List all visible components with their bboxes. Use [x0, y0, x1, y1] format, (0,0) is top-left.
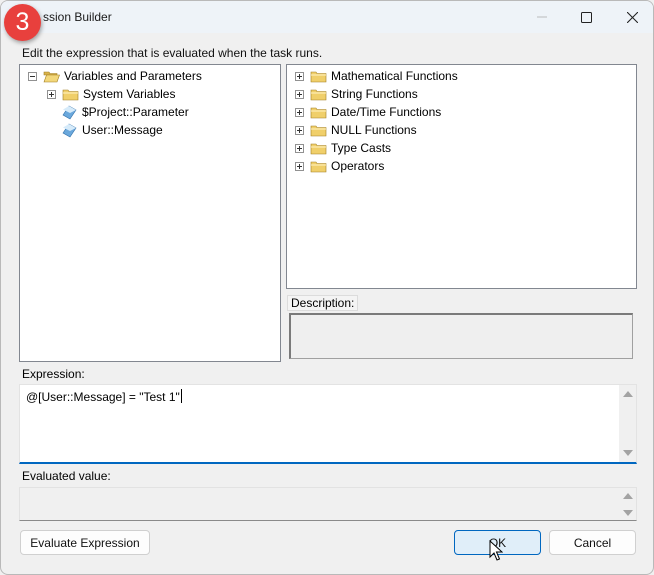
folder-icon [310, 125, 327, 136]
evaluate-expression-button[interactable]: Evaluate Expression [20, 530, 150, 555]
maximize-button[interactable] [563, 1, 609, 33]
expression-scrollbar[interactable] [619, 385, 636, 462]
expression-input[interactable]: @[User::Message] = "Test 1" [19, 384, 637, 464]
title-bar[interactable]: ssion Builder [1, 1, 653, 33]
evaluated-value-label: Evaluated value: [22, 469, 111, 483]
folder-icon [310, 143, 327, 154]
cancel-button[interactable]: Cancel [549, 530, 636, 555]
folder-icon [310, 107, 327, 118]
tree-label: String Functions [331, 87, 418, 101]
tree-label: $Project::Parameter [82, 105, 189, 119]
open-folder-icon [43, 71, 60, 82]
scroll-up-icon[interactable] [623, 391, 633, 397]
folder-icon [310, 161, 327, 172]
text-caret [180, 389, 182, 403]
tree-label: NULL Functions [331, 123, 417, 137]
collapse-icon[interactable] [28, 71, 37, 81]
instruction-text: Edit the expression that is evaluated wh… [22, 46, 323, 60]
scroll-down-icon[interactable] [623, 510, 633, 516]
variables-tree[interactable]: Variables and Parameters System Variable… [19, 64, 281, 362]
tree-label: User::Message [82, 123, 163, 137]
step-number-badge: 3 [4, 4, 41, 41]
folder-icon [62, 89, 79, 100]
expand-icon[interactable] [295, 125, 304, 135]
close-icon [626, 11, 638, 23]
tree-item-mathematical-functions[interactable]: Mathematical Functions [295, 67, 458, 85]
minimize-button[interactable] [519, 1, 565, 33]
tree-label: System Variables [83, 87, 176, 101]
scroll-down-icon[interactable] [623, 450, 633, 456]
folder-icon [310, 71, 327, 82]
tree-label: Variables and Parameters [64, 69, 202, 83]
tree-item-project-parameter[interactable]: $Project::Parameter [62, 103, 189, 121]
scroll-up-icon[interactable] [623, 493, 633, 499]
tree-label: Type Casts [331, 141, 392, 155]
close-button[interactable] [609, 1, 653, 33]
folder-icon [310, 89, 327, 100]
expand-icon[interactable] [295, 107, 304, 117]
evaluated-scrollbar[interactable] [619, 488, 636, 520]
description-label: Description: [287, 295, 359, 311]
expand-icon[interactable] [47, 89, 56, 99]
expression-value: @[User::Message] = "Test 1" [26, 390, 180, 404]
variable-icon [62, 105, 77, 119]
expand-icon[interactable] [295, 89, 304, 99]
expand-icon[interactable] [295, 161, 304, 171]
minimize-icon [537, 16, 547, 18]
tree-item-string-functions[interactable]: String Functions [295, 85, 418, 103]
tree-label: Date/Time Functions [331, 105, 442, 119]
window-title: ssion Builder [43, 10, 112, 24]
tree-item-variables-and-parameters[interactable]: Variables and Parameters [28, 67, 202, 85]
evaluated-value-box [19, 487, 637, 521]
tree-item-operators[interactable]: Operators [295, 157, 384, 175]
variable-icon [62, 123, 77, 137]
mouse-pointer-icon [489, 540, 503, 561]
expression-label: Expression: [22, 367, 85, 381]
expression-builder-dialog: ssion Builder 3 Edit the expression that… [0, 0, 654, 575]
tree-item-user-message[interactable]: User::Message [62, 121, 163, 139]
tree-label: Operators [331, 159, 385, 173]
expand-icon[interactable] [295, 143, 304, 153]
description-box [289, 313, 633, 359]
tree-item-system-variables[interactable]: System Variables [47, 85, 175, 103]
tree-label: Mathematical Functions [331, 69, 458, 83]
functions-tree[interactable]: Mathematical Functions String Functions … [286, 64, 637, 289]
tree-item-datetime-functions[interactable]: Date/Time Functions [295, 103, 441, 121]
expand-icon[interactable] [295, 71, 304, 81]
tree-item-null-functions[interactable]: NULL Functions [295, 121, 417, 139]
maximize-icon [580, 11, 592, 23]
expression-text-wrapper: @[User::Message] = "Test 1" [26, 389, 182, 404]
tree-item-type-casts[interactable]: Type Casts [295, 139, 391, 157]
